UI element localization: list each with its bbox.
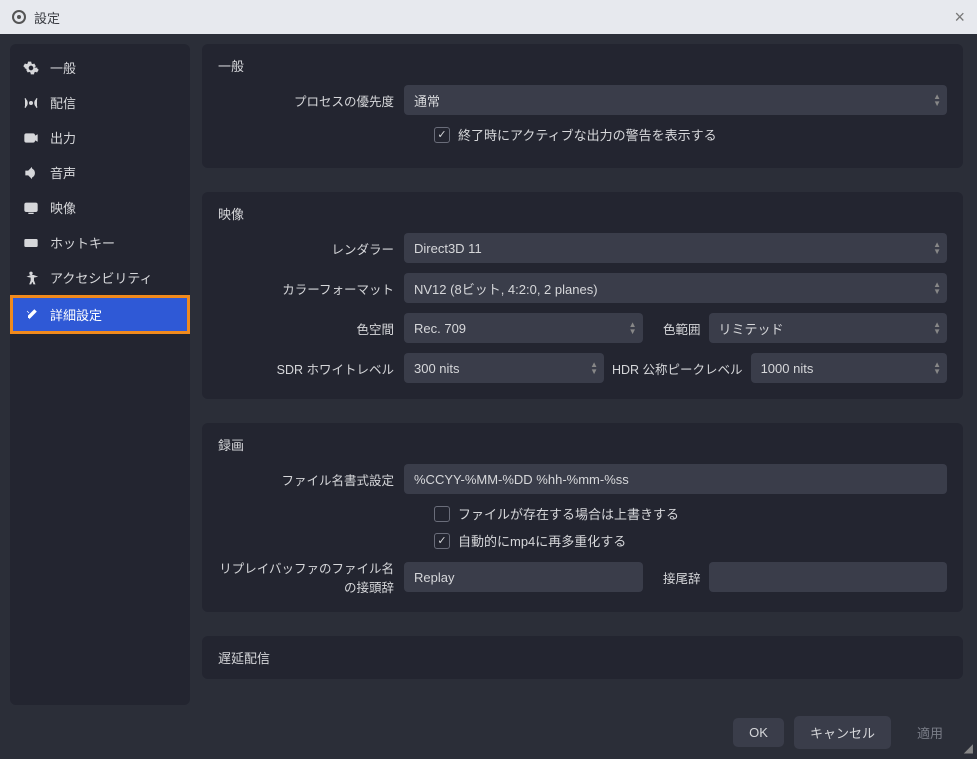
warn-active-checkbox[interactable] — [434, 127, 450, 143]
sidebar-item-label: 音声 — [50, 163, 76, 182]
resize-grip-icon[interactable]: ◢ — [964, 741, 973, 755]
window-title: 設定 — [34, 8, 60, 27]
antenna-icon — [22, 95, 40, 111]
speaker-icon — [22, 165, 40, 181]
sidebar-item-label: 出力 — [50, 128, 76, 147]
section-title: 遅延配信 — [218, 648, 947, 667]
tools-icon — [22, 307, 40, 323]
sidebar-item-advanced[interactable]: 詳細設定 — [10, 295, 190, 334]
section-title: 一般 — [218, 56, 947, 75]
main-panel: 一般 プロセスの優先度 通常 ▲▼ 終了時にアクティブな出力の警告を表示する 映… — [202, 44, 971, 705]
sidebar-item-label: 詳細設定 — [50, 305, 102, 324]
sidebar-item-general[interactable]: 一般 — [10, 50, 190, 85]
section-title: 映像 — [218, 204, 947, 223]
color-format-select[interactable]: NV12 (8ビット, 4:2:0, 2 planes)▲▼ — [404, 273, 947, 303]
spin-icon: ▲▼ — [933, 281, 941, 295]
section-general: 一般 プロセスの優先度 通常 ▲▼ 終了時にアクティブな出力の警告を表示する — [202, 44, 963, 168]
remux-checkbox[interactable] — [434, 533, 450, 549]
renderer-label: レンダラー — [218, 239, 394, 258]
sdr-white-label: SDR ホワイトレベル — [218, 359, 394, 378]
app-icon — [12, 10, 26, 24]
accessibility-icon — [22, 270, 40, 286]
section-title: 録画 — [218, 435, 947, 454]
overwrite-label: ファイルが存在する場合は上書きする — [458, 504, 679, 523]
output-icon — [22, 130, 40, 146]
sidebar-item-video[interactable]: 映像 — [10, 190, 190, 225]
sidebar-item-hotkeys[interactable]: ホットキー — [10, 225, 190, 260]
priority-select[interactable]: 通常 ▲▼ — [404, 85, 947, 115]
monitor-icon — [22, 200, 40, 216]
gear-icon — [22, 60, 40, 76]
warn-active-label: 終了時にアクティブな出力の警告を表示する — [458, 125, 717, 144]
section-recording: 録画 ファイル名書式設定 %CCYY-%MM-%DD %hh-%mm-%ss フ… — [202, 423, 963, 612]
sidebar-item-label: アクセシビリティ — [50, 268, 153, 287]
keyboard-icon — [22, 235, 40, 251]
spin-icon: ▲▼ — [933, 93, 941, 107]
footer: OK キャンセル 適用 — [0, 705, 977, 759]
spin-icon: ▲▼ — [933, 241, 941, 255]
spin-icon: ▲▼ — [629, 321, 637, 335]
section-delay: 遅延配信 — [202, 636, 963, 679]
remux-label: 自動的にmp4に再多重化する — [458, 531, 626, 550]
replay-prefix-label: リプレイバッファのファイル名の接頭辞 — [218, 558, 394, 596]
replay-suffix-input[interactable] — [709, 562, 948, 592]
sidebar-item-output[interactable]: 出力 — [10, 120, 190, 155]
sidebar-item-label: ホットキー — [50, 233, 115, 252]
overwrite-checkbox[interactable] — [434, 506, 450, 522]
cancel-button[interactable]: キャンセル — [794, 716, 891, 749]
sidebar: 一般 配信 出力 音声 映像 ホットキー アクセシビリティ 詳細設定 — [10, 44, 190, 705]
file-format-input[interactable]: %CCYY-%MM-%DD %hh-%mm-%ss — [404, 464, 947, 494]
sidebar-item-label: 一般 — [50, 58, 76, 77]
color-range-select[interactable]: リミテッド▲▼ — [709, 313, 948, 343]
spin-icon: ▲▼ — [933, 321, 941, 335]
close-icon[interactable]: × — [954, 7, 965, 28]
file-format-label: ファイル名書式設定 — [218, 470, 394, 489]
sidebar-item-accessibility[interactable]: アクセシビリティ — [10, 260, 190, 295]
sidebar-item-stream[interactable]: 配信 — [10, 85, 190, 120]
sidebar-item-audio[interactable]: 音声 — [10, 155, 190, 190]
replay-suffix-label: 接尾辞 — [651, 568, 701, 587]
spin-icon: ▲▼ — [590, 361, 598, 375]
sidebar-item-label: 映像 — [50, 198, 76, 217]
color-format-label: カラーフォーマット — [218, 279, 394, 298]
priority-label: プロセスの優先度 — [218, 91, 394, 110]
color-space-select[interactable]: Rec. 709▲▼ — [404, 313, 643, 343]
replay-prefix-input[interactable]: Replay — [404, 562, 643, 592]
sdr-white-input[interactable]: 300 nits▲▼ — [404, 353, 604, 383]
color-range-label: 色範囲 — [651, 319, 701, 338]
hdr-peak-label: HDR 公称ピークレベル — [612, 359, 743, 378]
spin-icon: ▲▼ — [933, 361, 941, 375]
hdr-peak-input[interactable]: 1000 nits▲▼ — [751, 353, 947, 383]
sidebar-item-label: 配信 — [50, 93, 76, 112]
section-video: 映像 レンダラー Direct3D 11▲▼ カラーフォーマット NV12 (8… — [202, 192, 963, 399]
color-space-label: 色空間 — [218, 319, 394, 338]
renderer-select[interactable]: Direct3D 11▲▼ — [404, 233, 947, 263]
titlebar: 設定 × — [0, 0, 977, 34]
apply-button[interactable]: 適用 — [901, 716, 959, 749]
ok-button[interactable]: OK — [733, 718, 784, 747]
